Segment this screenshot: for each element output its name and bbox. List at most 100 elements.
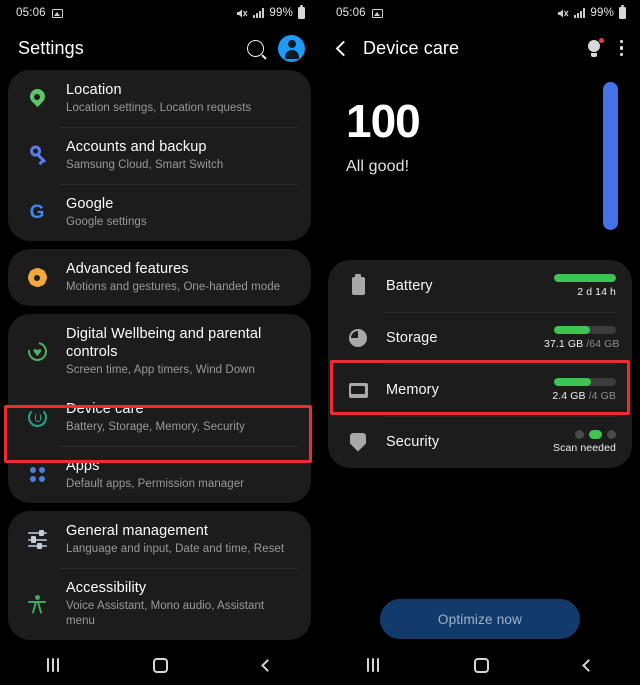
item-value: 2 d 14 h <box>577 286 616 298</box>
settings-group-3: Digital Wellbeing and parental controls … <box>8 314 311 503</box>
signal-icon <box>574 8 586 18</box>
item-title: Device care <box>66 401 144 417</box>
score-value: 100 <box>346 95 421 147</box>
item-value: 2.4 GB /4 GB <box>552 390 616 402</box>
lightbulb-icon[interactable] <box>585 37 604 57</box>
item-title: Apps <box>66 458 100 474</box>
item-label: Security <box>386 434 440 450</box>
heart-circle-icon <box>22 338 52 365</box>
item-subtitle: Motions and gestures, One-handed mode <box>66 281 281 293</box>
sidebar-item-advanced-features[interactable]: Advanced features Motions and gestures, … <box>8 249 311 306</box>
recent-apps-icon[interactable] <box>367 658 380 672</box>
item-value: Scan needed <box>553 442 616 454</box>
storage-bar <box>554 326 616 334</box>
accessibility-icon <box>22 594 52 614</box>
item-meter: 37.1 GB /64 GB <box>544 326 620 350</box>
device-care-icon <box>22 408 52 427</box>
header-actions <box>247 34 305 62</box>
settings-group-4: General management Language and input, D… <box>8 511 311 640</box>
status-time: 05:06 <box>336 7 366 19</box>
navigation-bar <box>320 645 640 685</box>
item-label: Battery <box>386 278 433 294</box>
page-title: Device care <box>363 37 460 58</box>
optimize-button-wrap: Optimize now <box>320 599 640 639</box>
apps-grid-icon <box>22 467 52 482</box>
back-icon[interactable] <box>260 658 274 672</box>
storage-pie-icon <box>346 329 370 347</box>
item-meter: 2.4 GB /4 GB <box>544 378 616 402</box>
back-icon[interactable] <box>581 658 595 672</box>
status-time: 05:06 <box>16 7 46 19</box>
status-bar-left: 05:06 <box>336 7 383 19</box>
device-score-panel: 100 All good! <box>320 70 640 260</box>
header-actions <box>585 37 626 58</box>
key-icon <box>22 142 52 165</box>
shield-icon <box>346 432 370 452</box>
location-pin-icon <box>22 89 52 108</box>
recent-apps-icon[interactable] <box>47 658 60 672</box>
settings-header: Settings <box>0 26 319 70</box>
home-icon[interactable] <box>153 657 169 673</box>
navigation-bar <box>0 645 319 685</box>
item-title: Location <box>66 82 122 98</box>
status-bar: 05:06 99% <box>320 0 640 26</box>
sidebar-item-digital-wellbeing[interactable]: Digital Wellbeing and parental controls … <box>8 314 311 389</box>
item-title: Accounts and backup <box>66 139 207 155</box>
item-title: Advanced features <box>66 261 189 277</box>
settings-list: Location Location settings, Location req… <box>0 70 319 640</box>
item-subtitle: Screen time, App timers, Wind Down <box>66 364 255 376</box>
battery-icon <box>619 5 626 19</box>
memory-chip-icon <box>346 382 370 398</box>
sidebar-item-general-management[interactable]: General management Language and input, D… <box>8 511 311 568</box>
mute-icon <box>236 8 248 19</box>
device-care-item-storage[interactable]: Storage 37.1 GB /64 GB <box>328 312 632 364</box>
item-title: General management <box>66 523 209 539</box>
sidebar-item-accessibility[interactable]: Accessibility Voice Assistant, Mono audi… <box>8 568 311 640</box>
item-label: Memory <box>386 382 439 398</box>
battery-icon <box>298 5 305 19</box>
device-care-item-battery[interactable]: Battery 2 d 14 h <box>328 260 632 312</box>
account-avatar[interactable] <box>278 34 305 62</box>
settings-group-1: Location Location settings, Location req… <box>8 70 311 241</box>
device-care-items-card: Battery 2 d 14 h Storage 37.1 GB /64 GB <box>328 260 632 468</box>
battery-icon <box>346 274 370 295</box>
battery-percent: 99% <box>269 7 293 19</box>
device-care-item-memory[interactable]: Memory 2.4 GB /4 GB <box>328 364 632 416</box>
item-title: Accessibility <box>66 580 147 596</box>
home-icon[interactable] <box>473 657 489 673</box>
item-subtitle: Default apps, Permission manager <box>66 478 245 490</box>
right-phone-device-care-screen: 05:06 99% Device care 100 All good! Batt… <box>320 0 640 685</box>
sidebar-item-location[interactable]: Location Location settings, Location req… <box>8 70 311 127</box>
search-icon[interactable] <box>247 39 264 57</box>
battery-bar <box>554 274 616 282</box>
sidebar-item-accounts-and-backup[interactable]: Accounts and backup Samsung Cloud, Smart… <box>8 127 311 184</box>
settings-group-2: Advanced features Motions and gestures, … <box>8 249 311 306</box>
item-subtitle: Battery, Storage, Memory, Security <box>66 421 245 433</box>
item-title: Digital Wellbeing and parental controls <box>66 326 262 360</box>
device-care-item-security[interactable]: Security Scan needed <box>328 416 632 468</box>
google-g-icon: G <box>29 202 45 223</box>
dual-screenshot-stage: 05:06 99% Settings Location Location set… <box>0 0 640 685</box>
item-subtitle: Samsung Cloud, Smart Switch <box>66 159 224 171</box>
item-meter: Scan needed <box>544 429 616 454</box>
sidebar-item-apps[interactable]: Apps Default apps, Permission manager <box>8 446 311 503</box>
status-bar: 05:06 99% <box>0 0 319 26</box>
left-phone-settings-screen: 05:06 99% Settings Location Location set… <box>0 0 319 685</box>
sidebar-item-device-care[interactable]: Device care Battery, Storage, Memory, Se… <box>8 389 311 446</box>
memory-bar <box>554 378 616 386</box>
status-bar-right: 99% <box>236 5 305 19</box>
item-subtitle: Voice Assistant, Mono audio, Assistant m… <box>66 600 265 627</box>
optimize-now-button[interactable]: Optimize now <box>380 599 580 639</box>
photo-icon <box>51 8 63 18</box>
score-bar <box>603 82 618 230</box>
gear-flower-icon <box>22 265 52 290</box>
status-bar-left: 05:06 <box>16 7 63 19</box>
battery-percent: 99% <box>590 7 614 19</box>
item-value: 37.1 GB /64 GB <box>544 338 620 350</box>
back-arrow-icon[interactable] <box>335 40 352 56</box>
sidebar-item-google[interactable]: G Google Google settings <box>8 184 311 241</box>
more-options-icon[interactable] <box>617 38 626 58</box>
item-meter: 2 d 14 h <box>544 274 616 298</box>
page-title: Settings <box>18 37 84 58</box>
status-bar-right: 99% <box>557 5 626 19</box>
